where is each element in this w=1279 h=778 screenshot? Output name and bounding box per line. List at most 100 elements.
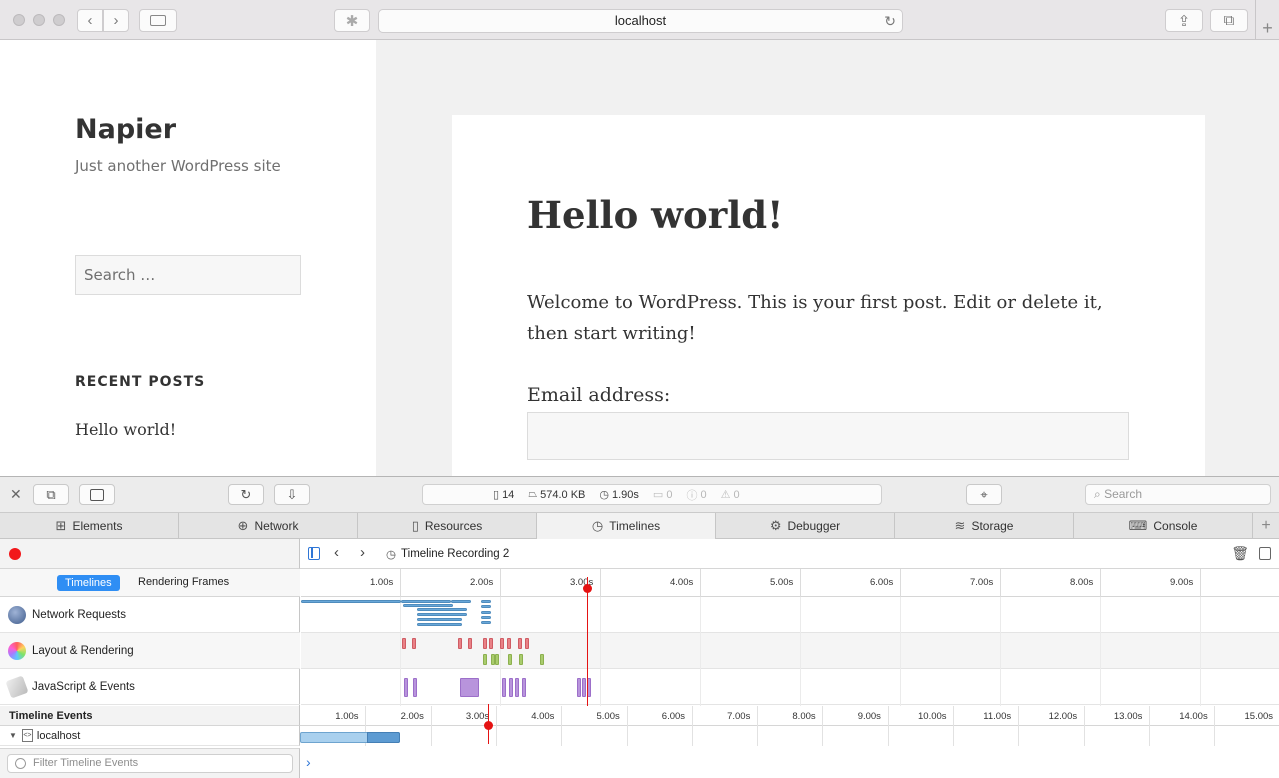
- url-text: localhost: [614, 13, 667, 28]
- recent-post-link[interactable]: Hello world!: [75, 420, 176, 439]
- warning-count[interactable]: ⚠ 0: [721, 488, 740, 502]
- paint-marker: [508, 654, 512, 665]
- script-marker: [522, 678, 526, 697]
- tab-label: Resources: [424, 519, 483, 533]
- timeline-javascript-events[interactable]: JavaScript & Events: [0, 669, 300, 705]
- network-request-bar: [481, 611, 491, 614]
- add-tab-button[interactable]: +: [1253, 513, 1279, 538]
- forward-button[interactable]: ›: [103, 9, 129, 32]
- script-block: [460, 678, 479, 697]
- tab-debugger[interactable]: ⚙ Debugger: [716, 513, 895, 539]
- tab-resources[interactable]: ▯ Resources: [358, 513, 537, 539]
- close-window-button[interactable]: [13, 14, 25, 26]
- share-button[interactable]: ⇪: [1165, 9, 1203, 32]
- tab-network[interactable]: ⊕ Network: [179, 513, 358, 539]
- tab-label: Elements: [72, 519, 123, 533]
- events-tick-label: 10.00s: [918, 711, 947, 722]
- overview-tick: [800, 569, 801, 597]
- resource-size[interactable]: ⏢ 574.0 KB: [528, 488, 585, 501]
- tab-label: Console: [1153, 519, 1198, 533]
- load-time-value: 1.90s: [612, 488, 639, 501]
- show-tabs-button[interactable]: ⧉: [1210, 9, 1248, 32]
- navigation-sidebar-icon[interactable]: [308, 547, 320, 560]
- search-input[interactable]: Search …: [75, 255, 301, 295]
- close-icon[interactable]: ✕: [10, 486, 22, 503]
- tab-label: Storage: [971, 519, 1014, 533]
- sidebar-icon: [150, 15, 166, 26]
- address-bar[interactable]: localhost ↻: [378, 9, 903, 33]
- overview-tick-label: 2.00s: [470, 577, 494, 588]
- reload-page-button[interactable]: ↻: [228, 484, 264, 505]
- recent-posts-heading: RECENT POSTS: [75, 374, 206, 390]
- events-time-ruler[interactable]: 1.00s 2.00s 3.00s 4.00s 5.00s 6.00s 7.00s 8.00s…: [300, 704, 1279, 746]
- tab-storage[interactable]: ≋ Storage: [895, 513, 1074, 539]
- download-icon: ⇩: [286, 486, 298, 502]
- recording-breadcrumb[interactable]: ◷ Timeline Recording 2: [386, 547, 509, 561]
- tab-timelines[interactable]: ◷ Timelines: [537, 513, 716, 539]
- storage-icon: ≋: [954, 518, 966, 533]
- error-icon: ⓘ: [686, 489, 698, 502]
- timelines-list: Timelines Rendering Frames Network Reque…: [0, 569, 300, 706]
- overview-time-ruler[interactable]: 1.00s 2.00s 3.00s 4.00s 5.00s 6.00s 7.00s 8.00s…: [301, 569, 1279, 597]
- undock-button[interactable]: ⧉: [33, 484, 69, 505]
- layout-marker: [518, 638, 522, 649]
- tab-console[interactable]: ⌨ Console: [1074, 513, 1253, 539]
- chevron-left-icon[interactable]: ‹: [334, 544, 339, 561]
- playhead-handle[interactable]: [583, 584, 592, 593]
- grid-line: [700, 597, 701, 706]
- zoom-window-button[interactable]: [53, 14, 65, 26]
- overview-tick: [900, 569, 901, 597]
- minimize-window-button[interactable]: [33, 14, 45, 26]
- error-count[interactable]: ⓘ 0: [686, 487, 706, 503]
- events-playhead-handle[interactable]: [484, 721, 493, 730]
- resource-count[interactable]: ▯ 14: [493, 488, 514, 502]
- events-tick: [757, 706, 759, 746]
- post-title[interactable]: Hello world!: [527, 193, 783, 237]
- events-tick-label: 3.00s: [465, 711, 490, 722]
- timeline-layout-rendering[interactable]: Layout & Rendering: [0, 633, 300, 669]
- plus-icon: +: [1261, 516, 1271, 534]
- network-request-bar: [401, 600, 451, 603]
- timeline-label: Layout & Rendering: [32, 644, 134, 657]
- chevron-right-icon[interactable]: ›: [360, 544, 365, 561]
- download-archive-button[interactable]: ⇩: [274, 484, 310, 505]
- overview-tick-label: 4.00s: [670, 577, 694, 588]
- back-button[interactable]: ‹: [77, 9, 103, 32]
- disclosure-triangle-icon[interactable]: ▼: [9, 731, 17, 740]
- extensions-button[interactable]: ✱: [334, 9, 370, 32]
- load-time[interactable]: ◷ 1.90s: [599, 488, 639, 502]
- script-marker: [404, 678, 408, 697]
- event-bar-response[interactable]: [367, 732, 400, 743]
- script-marker: [582, 678, 586, 697]
- trash-icon[interactable]: 🗑: [1231, 545, 1249, 562]
- dock-side-button[interactable]: [79, 484, 115, 505]
- inspect-element-button[interactable]: ⌖: [966, 484, 1002, 505]
- message-count[interactable]: ▭ 0: [653, 488, 673, 502]
- grid-line: [900, 597, 901, 706]
- layout-lane: [301, 633, 1279, 669]
- mode-timelines[interactable]: Timelines: [57, 575, 120, 591]
- details-sidebar-icon[interactable]: [1259, 547, 1271, 560]
- mode-rendering-frames[interactable]: Rendering Frames: [138, 576, 229, 588]
- timeline-network-requests[interactable]: Network Requests: [0, 597, 300, 633]
- inspector-search-input[interactable]: ⌕ Search: [1085, 484, 1271, 505]
- warning-count-value: 0: [733, 488, 740, 501]
- debugger-icon: ⚙: [769, 518, 782, 533]
- email-field[interactable]: [527, 412, 1129, 460]
- filter-timeline-events-input[interactable]: Filter Timeline Events: [7, 754, 293, 773]
- sidebar-toggle-button[interactable]: [139, 9, 177, 32]
- layout-marker: [412, 638, 416, 649]
- inspector-search-placeholder: Search: [1104, 487, 1143, 501]
- events-tick-label: 13.00s: [1113, 711, 1143, 722]
- javascript-lane: [301, 669, 1279, 705]
- record-bar: [0, 539, 300, 569]
- site-title[interactable]: Napier: [75, 114, 176, 145]
- overview-lanes[interactable]: [301, 577, 1279, 706]
- reload-icon[interactable]: ↻: [884, 10, 896, 32]
- new-tab-button[interactable]: +: [1255, 0, 1279, 40]
- reload-icon: ↻: [240, 486, 252, 502]
- tab-elements[interactable]: ⊞ Elements: [0, 513, 179, 539]
- event-row-localhost[interactable]: ▼ <> localhost: [0, 726, 300, 746]
- record-button[interactable]: [9, 548, 21, 560]
- console-prompt-chevron-icon[interactable]: ›: [306, 754, 311, 770]
